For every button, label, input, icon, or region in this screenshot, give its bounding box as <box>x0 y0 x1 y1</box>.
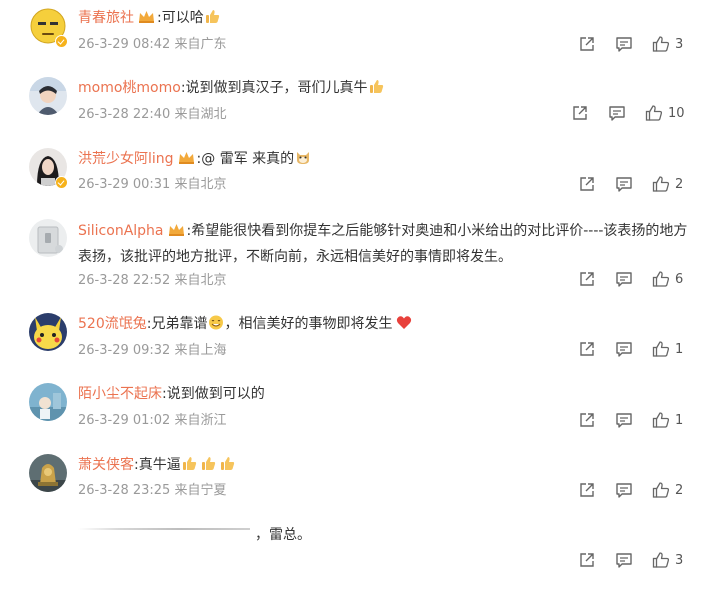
comment-icon[interactable] <box>615 35 633 55</box>
like-count: 3 <box>675 553 684 568</box>
comment-text: ，雷总。 <box>255 527 311 543</box>
verified-badge-icon <box>55 35 68 48</box>
comment-text-line: 青春旅社:可以哈 <box>78 6 699 30</box>
comment-actions: 3 <box>578 551 699 571</box>
comment-text-line: ，雷总。 <box>255 523 699 547</box>
like-icon[interactable] <box>652 35 670 55</box>
fan-crown-icon <box>178 150 195 165</box>
share-icon[interactable] <box>578 270 596 290</box>
comment-text-continued: ，相信美好的事物即将发生 <box>224 316 393 332</box>
fan-crown-icon <box>168 222 185 237</box>
share-icon[interactable] <box>578 340 596 360</box>
username-link[interactable]: 520流氓兔 <box>78 316 147 332</box>
like-count: 6 <box>675 272 684 287</box>
like-count: 3 <box>675 37 684 52</box>
share-icon[interactable] <box>578 551 596 571</box>
thumbs-up-emoji-icon <box>205 9 220 24</box>
comment-actions: 10 <box>571 104 699 124</box>
username-link[interactable]: momo桃momo <box>78 80 181 96</box>
comment-actions: 1 <box>578 340 699 360</box>
thumbs-up-emoji-icon <box>220 456 235 471</box>
username-link[interactable]: 陌小尘不起床 <box>78 386 162 402</box>
comment-text-line: 520流氓兔:兄弟靠谱 ，相信美好的事物即将发生 <box>78 312 699 336</box>
share-icon[interactable] <box>578 175 596 195</box>
comment-text: @ 雷军 来真的 <box>201 151 295 167</box>
like-icon[interactable] <box>652 270 670 290</box>
comment-text-line: 萧关侠客:真牛逼 <box>78 453 699 477</box>
username-link[interactable]: 青春旅社 <box>78 10 134 26</box>
comment-meta: 26-3-29 09:32 来自上海 <box>78 343 227 358</box>
verified-badge-icon <box>55 176 68 189</box>
like-count: 2 <box>675 483 684 498</box>
like-icon[interactable] <box>652 481 670 501</box>
comment-icon[interactable] <box>615 481 633 501</box>
avatar[interactable] <box>29 219 67 257</box>
avatar[interactable] <box>29 454 67 492</box>
like-count: 1 <box>675 342 684 357</box>
avatar[interactable] <box>29 77 67 115</box>
comment-text-line: 洪荒少女阿ling:@ 雷军 来真的 <box>78 147 699 171</box>
comment-icon[interactable] <box>615 270 633 290</box>
comment-meta: 26-3-29 00:31 来自北京 <box>78 177 227 192</box>
heart-emoji-icon <box>396 315 412 330</box>
comment-text: 可以哈 <box>161 10 204 26</box>
like-icon[interactable] <box>645 104 663 124</box>
comment-text: 说到做到真汉子，哥们儿真牛 <box>185 80 368 96</box>
comment-actions: 6 <box>578 270 699 290</box>
username-link[interactable]: 萧关侠客 <box>78 457 134 473</box>
comment-actions: 1 <box>578 411 699 431</box>
avatar[interactable] <box>29 383 67 421</box>
share-icon[interactable] <box>578 481 596 501</box>
comment-icon[interactable] <box>615 551 633 571</box>
like-count: 2 <box>675 177 684 192</box>
share-icon[interactable] <box>571 104 589 124</box>
comment-actions: 2 <box>578 481 699 501</box>
like-count: 10 <box>668 106 685 121</box>
like-count: 1 <box>675 413 684 428</box>
comment-actions: 3 <box>578 35 699 55</box>
comment-text-line: momo桃momo:说到做到真汉子，哥们儿真牛 <box>78 76 699 100</box>
like-icon[interactable] <box>652 411 670 431</box>
like-icon[interactable] <box>652 340 670 360</box>
doge-emoji-icon <box>295 150 311 165</box>
share-icon[interactable] <box>578 35 596 55</box>
comment-text: 兄弟靠谱 <box>151 316 208 332</box>
avatar[interactable] <box>29 313 67 351</box>
comment-icon[interactable] <box>608 104 626 124</box>
comment-text-line: 陌小尘不起床:说到做到可以的 <box>78 382 699 406</box>
username-link[interactable]: SiliconAlpha <box>78 223 164 239</box>
redacted-bar <box>78 528 250 530</box>
username-link[interactable]: 洪荒少女阿ling <box>78 151 174 167</box>
thumbs-up-emoji-icon <box>182 456 197 471</box>
comment-meta: 26-3-29 08:42 来自广东 <box>78 37 227 52</box>
comment-meta: 26-3-28 23:25 来自宁夏 <box>78 483 227 498</box>
comment-meta: 26-3-29 01:02 来自浙江 <box>78 413 227 428</box>
fan-crown-icon <box>138 9 155 24</box>
comment-meta: 26-3-28 22:52 来自北京 <box>78 273 227 288</box>
share-icon[interactable] <box>578 411 596 431</box>
thumbs-up-emoji-icon <box>201 456 216 471</box>
comment-icon[interactable] <box>615 411 633 431</box>
like-icon[interactable] <box>652 551 670 571</box>
like-icon[interactable] <box>652 175 670 195</box>
comment-icon[interactable] <box>615 175 633 195</box>
comment-actions: 2 <box>578 175 699 195</box>
comment-text: 说到做到可以的 <box>166 386 265 402</box>
comment-text-line: SiliconAlpha:希望能很快看到你提车之后能够针对奥迪和小米给出的对比评… <box>78 218 699 270</box>
comment-icon[interactable] <box>615 340 633 360</box>
grin-emoji-icon <box>208 315 224 330</box>
comment-text: 真牛逼 <box>138 457 181 473</box>
comment-meta: 26-3-28 22:40 来自湖北 <box>78 107 227 122</box>
thumbs-up-emoji-icon <box>369 79 384 94</box>
